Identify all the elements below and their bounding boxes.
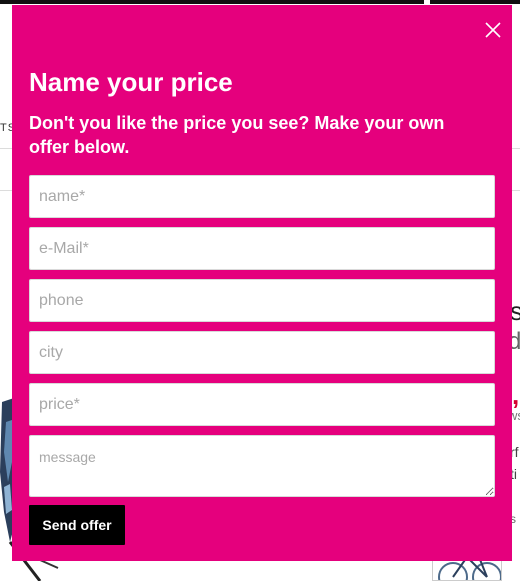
send-offer-button[interactable]: Send offer: [29, 505, 125, 545]
close-x-icon[interactable]: [483, 20, 503, 40]
email-field[interactable]: [29, 227, 495, 270]
close-button[interactable]: [483, 20, 503, 40]
city-field[interactable]: [29, 331, 495, 374]
name-your-price-modal: Name your price Don't you like the price…: [12, 5, 512, 561]
name-field[interactable]: [29, 175, 495, 218]
phone-field[interactable]: [29, 279, 495, 322]
modal-title: Name your price: [29, 67, 233, 97]
background-product-price: ,: [512, 380, 520, 410]
message-field[interactable]: [29, 435, 495, 497]
page-top-bar: [0, 0, 520, 4]
top-bar-notch: [424, 0, 430, 4]
modal-subtitle: Don't you like the price you see? Make y…: [29, 113, 445, 157]
price-field[interactable]: [29, 383, 495, 426]
